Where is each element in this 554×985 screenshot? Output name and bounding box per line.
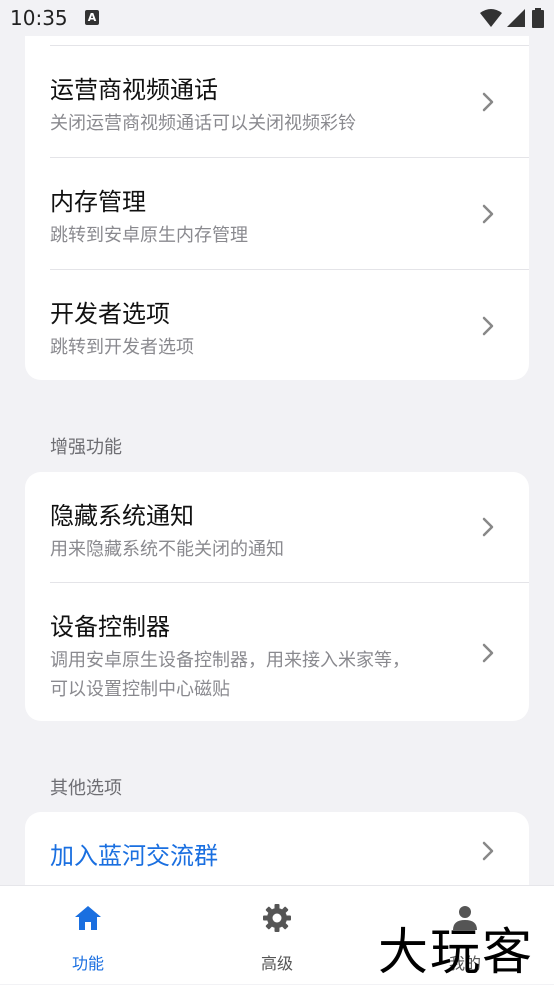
item-subtitle-line2: 可以设置控制中心磁贴 <box>50 679 230 700</box>
watermark-logo: 大玩客 <box>378 923 534 981</box>
chevron-right-icon <box>482 204 494 224</box>
notification-a-icon: A <box>85 10 99 25</box>
item-title: 隐藏系统通知 <box>50 502 194 530</box>
item-title: 加入蓝河交流群 <box>50 842 218 870</box>
status-bar: 10:35 A <box>0 0 554 36</box>
item-subtitle: 跳转到开发者选项 <box>50 337 194 358</box>
item-carrier-video-call[interactable]: 运营商视频通话 关闭运营商视频通话可以关闭视频彩铃 <box>25 46 529 157</box>
signal-icon <box>507 9 525 27</box>
chevron-right-icon <box>482 841 494 861</box>
settings-card-enhanced: 隐藏系统通知 用来隐藏系统不能关闭的通知 设备控制器 调用安卓原生设备控制器，用… <box>25 472 529 721</box>
chevron-right-icon <box>482 316 494 336</box>
item-title: 运营商视频通话 <box>50 76 218 104</box>
section-header-other: 其他选项 <box>50 778 122 799</box>
item-memory-management[interactable]: 内存管理 跳转到安卓原生内存管理 <box>25 158 529 269</box>
wifi-icon <box>480 9 502 27</box>
item-subtitle-line1: 调用安卓原生设备控制器，用来接入米家等， <box>50 650 410 671</box>
status-icons <box>466 8 546 30</box>
item-developer-options[interactable]: 开发者选项 跳转到开发者选项 <box>25 270 529 380</box>
nav-label: 功能 <box>71 954 104 973</box>
item-subtitle: 关闭运营商视频通话可以关闭视频彩铃 <box>50 113 356 134</box>
item-subtitle: 用来隐藏系统不能关闭的通知 <box>50 539 284 560</box>
item-device-controller[interactable]: 设备控制器 调用安卓原生设备控制器，用来接入米家等， 可以设置控制中心磁贴 <box>25 583 529 721</box>
item-title: 内存管理 <box>50 188 146 216</box>
battery-icon <box>532 8 544 28</box>
section-header-enhanced: 增强功能 <box>50 437 122 458</box>
status-time: 10:35 <box>10 6 68 30</box>
settings-card-system: 运营商视频通话 关闭运营商视频通话可以关闭视频彩铃 内存管理 跳转到安卓原生内存… <box>25 36 529 380</box>
nav-tab-features[interactable]: 功能 <box>28 886 148 985</box>
item-hide-system-notifications[interactable]: 隐藏系统通知 用来隐藏系统不能关闭的通知 <box>25 472 529 582</box>
item-title: 开发者选项 <box>50 300 170 328</box>
item-subtitle: 跳转到安卓原生内存管理 <box>50 225 248 246</box>
chevron-right-icon <box>482 92 494 112</box>
home-icon <box>75 906 101 930</box>
nav-tab-advanced[interactable]: 高级 <box>217 886 337 985</box>
chevron-right-icon <box>482 643 494 663</box>
item-title: 设备控制器 <box>50 613 170 641</box>
nav-label: 高级 <box>260 954 293 973</box>
item-join-group[interactable]: 加入蓝河交流群 <box>25 812 529 892</box>
chevron-right-icon <box>482 517 494 537</box>
gear-icon <box>263 904 291 932</box>
